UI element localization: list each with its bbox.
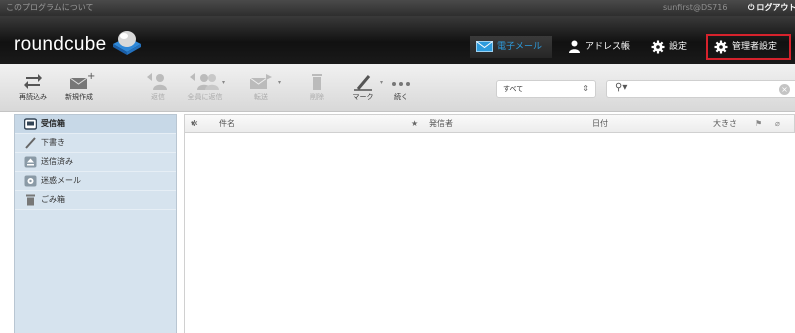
folder-trash[interactable]: ごみ箱 [15,191,176,210]
mark-button[interactable]: ▾ マーク [342,70,384,102]
trash-icon [312,74,322,90]
folder-drafts-label: 下書き [41,138,65,147]
folder-inbox-label: 受信箱 [41,119,65,128]
folder-drafts[interactable]: 下書き [15,134,176,153]
reply-icon [147,73,167,90]
more-button[interactable]: 続く [380,70,422,102]
flag-column-icon[interactable]: ⚑ [755,115,762,132]
pen-icon [354,75,372,91]
more-label: 続く [394,93,408,101]
chevron-down-icon: ▾ [277,79,281,86]
folder-junk[interactable]: 迷惑メール [15,172,176,191]
nav-settings[interactable]: 設定 [651,36,687,58]
compose-label: 新規作成 [65,93,93,101]
nav-admin-settings[interactable]: 管理者設定 [706,34,791,60]
chevron-down-icon: ▾ [221,79,225,86]
svg-text:+: + [87,71,95,82]
refresh-arrows-icon [24,74,42,89]
clear-search-icon[interactable]: × [779,84,790,95]
junk-icon [24,175,37,187]
mail-search-input[interactable]: ⚲▾ × [606,80,795,98]
top-strip: このプログラムについて sunfirst@DS716 ⏻ ログアウト [0,0,795,16]
reply-all-icon [190,73,219,90]
refresh-label: 再読込み [19,93,47,101]
column-from[interactable]: 発信者 [429,115,453,132]
mark-label: マーク [352,93,374,101]
folder-sent-label: 送信済み [41,157,73,166]
nav-addressbook-label: アドレス帳 [585,42,631,52]
trash-icon [26,194,35,206]
forward-label: 転送 [254,93,268,101]
power-icon: ⏻ [748,3,755,12]
about-link[interactable]: このプログラムについて [6,0,94,16]
nav-addressbook[interactable]: アドレス帳 [568,36,630,58]
column-size[interactable]: 大きさ [713,115,737,132]
delete-button[interactable]: 削除 [296,70,338,102]
column-subject[interactable]: 件名 [219,115,235,132]
envelope-icon [476,41,493,52]
reply-all-button[interactable]: ▾ 全員に返信 [184,70,226,102]
current-user: sunfirst@DS716 [663,3,728,12]
roundcube-webmail-window: このプログラムについて sunfirst@DS716 ⏻ ログアウト roundc… [0,0,795,333]
roundcube-logo-icon [113,31,141,55]
pencil-icon [25,137,36,149]
column-date[interactable]: 日付 [592,115,608,132]
refresh-button[interactable]: 再読込み [12,70,54,102]
forward-button[interactable]: ▾ 転送 [240,70,282,102]
folder-inbox[interactable]: 受信箱 [15,115,176,134]
flag-star-icon[interactable]: ★ [411,115,418,132]
nav-settings-label: 設定 [669,42,688,52]
folder-junk-label: 迷惑メール [41,176,81,185]
logo-text: roundcube [14,34,107,55]
message-list-header: ✲ ▾ 件名 ★ 発信者 日付 大きさ ⚑ ⌀ [184,114,795,133]
app-header: roundcube 電子メール アドレス帳 設定 管理者設定 [0,16,795,64]
compose-button[interactable]: + 新規作成 [58,70,100,102]
gear-icon [714,40,728,53]
message-list[interactable] [184,133,795,333]
person-icon [569,40,580,53]
nav-mail-label: 電子メール [497,42,543,52]
folder-list: 受信箱 下書き 送信済み 迷惑メール ごみ箱 [14,114,177,333]
sent-icon [24,156,37,168]
compose-envelope-icon: + [69,71,95,89]
nav-admin-settings-label: 管理者設定 [732,42,778,52]
inbox-icon [24,118,37,130]
reply-label: 返信 [151,93,165,101]
logout-button[interactable]: ⏻ ログアウト [748,0,795,16]
logout-label: ログアウト [756,3,795,12]
folder-sent[interactable]: 送信済み [15,153,176,172]
nav-mail[interactable]: 電子メール [470,36,552,58]
select-arrows-icon: ⇕ [582,84,589,93]
reply-all-label: 全員に返信 [187,93,223,101]
attachment-column-icon[interactable]: ⌀ [775,115,780,132]
forward-icon [249,74,272,89]
gear-icon [651,40,665,53]
message-filter-select[interactable]: すべて ⇕ [496,80,596,98]
more-dots-icon [392,82,410,86]
folder-trash-label: ごみ箱 [41,195,65,204]
search-icon: ⚲▾ [615,82,628,93]
reply-button[interactable]: 返信 [137,70,179,102]
delete-label: 削除 [310,93,324,101]
filter-value: すべて [503,85,524,93]
chevron-down-icon: ▾ [191,119,196,128]
